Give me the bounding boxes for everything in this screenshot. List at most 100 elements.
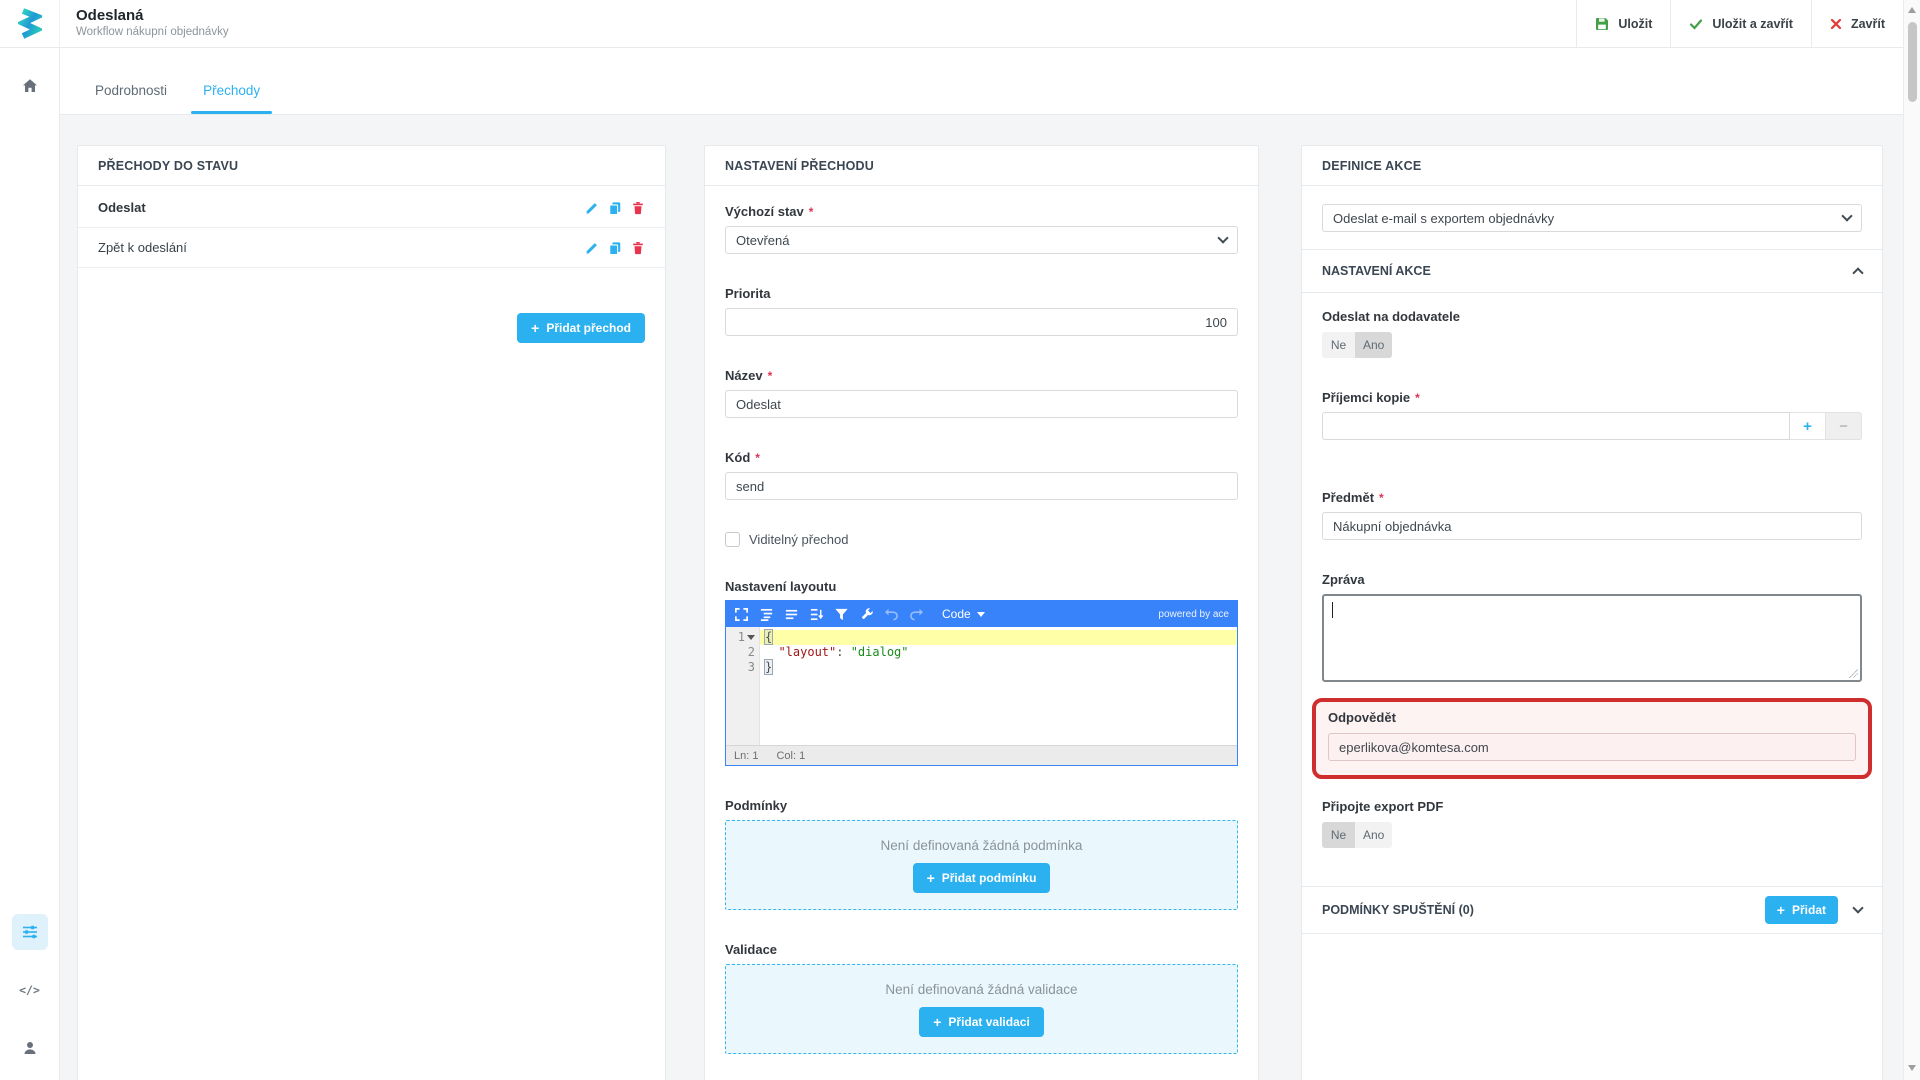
sidebar-code-button[interactable]: </> (12, 972, 48, 1008)
tab-prechody[interactable]: Přechody (203, 83, 260, 114)
send-to-supplier-label: Odeslat na dodavatele (1322, 309, 1862, 324)
save-button-label: Uložit (1618, 17, 1652, 31)
add-condition-button[interactable]: + Přidat podmínku (913, 863, 1051, 893)
compact-icon[interactable] (784, 607, 799, 622)
toggle-option-ne[interactable]: Ne (1322, 822, 1355, 848)
scroll-down-arrow-icon[interactable] (1908, 1065, 1916, 1071)
action-settings-header[interactable]: NASTAVENÍ AKCE (1322, 250, 1862, 292)
transitions-list: Odeslat (78, 186, 665, 268)
cc-add-button[interactable]: + (1790, 412, 1826, 440)
cc-input[interactable] (1322, 412, 1790, 440)
message-label: Zpráva (1322, 572, 1862, 587)
nazev-input[interactable] (725, 390, 1238, 418)
edit-icon[interactable] (585, 201, 599, 215)
chevron-up-icon (1852, 267, 1863, 278)
format-icon[interactable] (759, 607, 774, 622)
sliders-icon (21, 923, 39, 941)
run-conditions-header[interactable]: PODMÍNKY SPUŠTĚNÍ (0) + Přidat (1322, 887, 1862, 933)
layout-json-editor[interactable]: Code powered by ace 1 2 3 { (725, 600, 1238, 766)
undo-icon[interactable] (884, 607, 899, 622)
field-label-nazev: Název* (725, 368, 1238, 383)
add-condition-label: Přidat podmínku (942, 871, 1037, 885)
json-editor-toolbar: Code powered by ace (726, 601, 1237, 627)
toggle-option-ano[interactable]: Ano (1355, 332, 1392, 358)
redo-icon[interactable] (909, 607, 924, 622)
editor-status-bar: Ln: 1 Col: 1 (726, 745, 1237, 765)
field-label-priorita: Priorita (725, 286, 1238, 301)
viditelny-prechod-checkbox[interactable] (725, 532, 740, 547)
validations-empty-text: Není definovaná žádná validace (885, 982, 1077, 997)
json-editor-code-area[interactable]: 1 2 3 { "layout": "dialog" } (726, 627, 1237, 745)
tab-podrobnosti[interactable]: Podrobnosti (95, 83, 167, 114)
copy-icon[interactable] (608, 201, 622, 215)
sidebar-home-button[interactable] (12, 68, 48, 104)
brand-logo-icon (18, 7, 42, 41)
vychozi-stav-value: Otevřená (736, 233, 789, 248)
action-type-value: Odeslat e-mail s exportem objednávky (1333, 211, 1554, 226)
transition-row-odeslat[interactable]: Odeslat (78, 186, 665, 228)
sidebar-workflow-settings-button[interactable] (12, 914, 48, 950)
chevron-down-icon (1217, 232, 1228, 243)
required-marker: * (1415, 391, 1420, 405)
content-columns: PŘECHODY DO STAVU Odeslat (60, 115, 1903, 1080)
scrollbar-thumb[interactable] (1908, 22, 1917, 102)
save-button[interactable]: Uložit (1576, 0, 1670, 47)
edit-icon[interactable] (585, 241, 599, 255)
add-run-condition-button[interactable]: + Přidat (1765, 896, 1838, 924)
action-type-select[interactable]: Odeslat e-mail s exportem objednávky (1322, 204, 1862, 232)
cc-remove-button[interactable]: − (1826, 412, 1862, 440)
divider (1302, 292, 1882, 293)
editor-line-indicator: Ln: 1 (734, 750, 758, 762)
app-logo[interactable] (0, 0, 60, 47)
scroll-up-arrow-icon[interactable] (1908, 7, 1916, 13)
attach-pdf-toggle: Ne Ano (1322, 822, 1392, 848)
transition-name: Odeslat (98, 200, 146, 215)
main-area: Podrobnosti Přechody PŘECHODY DO STAVU O… (60, 48, 1903, 1080)
sidebar-user-button[interactable] (12, 1030, 48, 1066)
reply-to-highlight-box: Odpovědět (1312, 698, 1872, 779)
reply-to-input[interactable] (1328, 733, 1856, 761)
save-and-close-button[interactable]: Uložit a zavřít (1670, 0, 1811, 47)
editor-mode-select[interactable]: Code (942, 607, 985, 621)
field-label-layout: Nastavení layoutu (725, 579, 1238, 594)
delete-icon[interactable] (631, 241, 645, 255)
toggle-option-ne[interactable]: Ne (1322, 332, 1355, 358)
expand-icon[interactable] (734, 607, 749, 622)
vertical-scrollbar[interactable] (1903, 0, 1920, 1080)
transitions-panel-title: PŘECHODY DO STAVU (78, 146, 665, 186)
priorita-input[interactable] (725, 308, 1238, 336)
plus-icon: + (933, 1017, 941, 1027)
add-transition-button[interactable]: + Přidat přechod (517, 313, 645, 343)
kod-input[interactable] (725, 472, 1238, 500)
add-validation-button[interactable]: + Přidat validaci (919, 1007, 1044, 1037)
transition-name: Zpět k odeslání (98, 240, 187, 255)
validations-empty-zone: Není definovaná žádná validace + Přidat … (725, 964, 1238, 1054)
repair-icon[interactable] (859, 607, 874, 622)
fold-icon[interactable] (747, 635, 755, 640)
message-textarea[interactable] (1322, 594, 1862, 682)
editor-mode-label: Code (942, 607, 971, 621)
close-button[interactable]: Zavřít (1811, 0, 1903, 47)
tabs-bar: Podrobnosti Přechody (60, 48, 1903, 115)
plus-icon: + (927, 873, 935, 883)
add-validation-label: Přidat validaci (948, 1015, 1029, 1029)
page-subtitle: Workflow nákupní objednávky (76, 25, 1576, 39)
sort-icon[interactable] (809, 607, 824, 622)
add-run-condition-label: Přidat (1792, 903, 1826, 917)
filter-icon[interactable] (834, 607, 849, 622)
required-marker: * (768, 369, 773, 383)
text-caret (1332, 602, 1333, 618)
copy-icon[interactable] (608, 241, 622, 255)
vychozi-stav-select[interactable]: Otevřená (725, 226, 1238, 254)
user-icon (21, 1039, 39, 1057)
transition-row-zpet[interactable]: Zpět k odeslání (78, 228, 665, 268)
subject-input[interactable] (1322, 512, 1862, 540)
resize-grip[interactable] (1849, 669, 1858, 678)
delete-icon[interactable] (631, 201, 645, 215)
conditions-empty-zone: Není definovaná žádná podmínka + Přidat … (725, 820, 1238, 910)
toggle-option-ano[interactable]: Ano (1355, 822, 1392, 848)
transition-settings-title: NASTAVENÍ PŘECHODU (705, 146, 1258, 186)
send-to-supplier-toggle: Ne Ano (1322, 332, 1392, 358)
add-transition-label: Přidat přechod (546, 321, 631, 335)
field-label-kod: Kód* (725, 450, 1238, 465)
